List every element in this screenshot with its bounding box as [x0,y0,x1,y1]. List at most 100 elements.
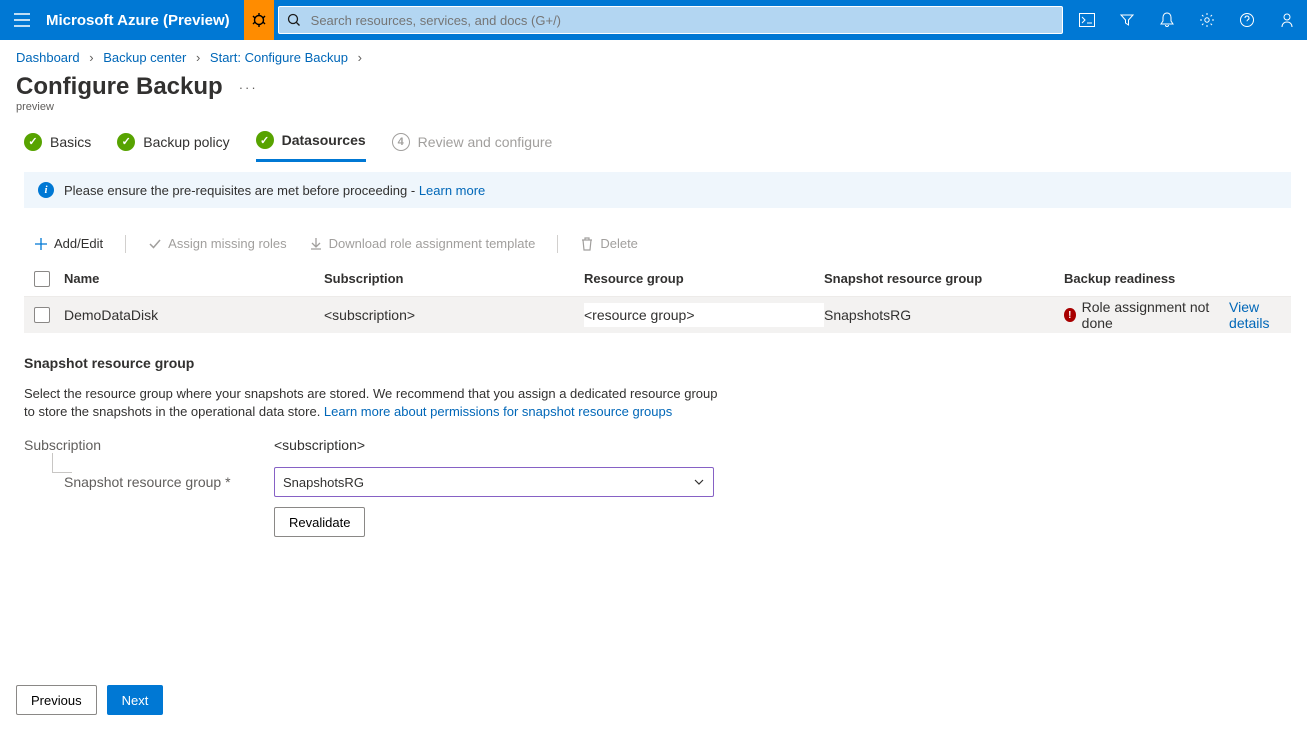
revalidate-row: Revalidate [24,507,1291,537]
add-edit-label: Add/Edit [54,236,103,251]
azure-top-bar: Microsoft Azure (Preview) [0,0,1307,40]
permissions-learn-more-link[interactable]: Learn more about permissions for snapsho… [324,404,672,419]
step-review: 4 Review and configure [392,133,553,161]
row-checkbox[interactable] [34,307,50,323]
step-number-icon: 4 [392,133,410,151]
table-row[interactable]: DemoDataDisk <subscription> <resource gr… [24,297,1291,333]
view-details-link[interactable]: View details [1229,299,1291,331]
step-basics[interactable]: ✓ Basics [24,133,91,161]
snapshot-rg-label: Snapshot resource group * [24,474,274,490]
help-icon [1239,12,1255,28]
assign-roles-button: Assign missing roles [142,232,293,255]
info-banner: i Please ensure the pre-requisites are m… [24,172,1291,208]
brand-label: Microsoft Azure (Preview) [44,12,244,29]
page-more-menu[interactable]: ··· [239,80,258,95]
settings-button[interactable] [1187,0,1227,40]
download-template-button: Download role assignment template [303,232,542,255]
cell-readiness: ! Role assignment not done View details [1064,299,1291,331]
hamburger-menu[interactable] [0,0,44,40]
snapshot-rg-row: Snapshot resource group * SnapshotsRG [24,467,1291,497]
step-backup-policy[interactable]: ✓ Backup policy [117,133,229,161]
add-edit-button[interactable]: Add/Edit [28,232,109,255]
search-icon [287,13,301,27]
page-header: Configure Backup ··· [0,69,1307,101]
check-icon: ✓ [24,133,42,151]
revalidate-button[interactable]: Revalidate [274,507,365,537]
tree-connector-icon [52,453,72,473]
col-subscription: Subscription [324,271,584,286]
gear-icon [1199,12,1215,28]
wizard-steps: ✓ Basics ✓ Backup policy ✓ Datasources 4… [0,131,1307,172]
preview-bug-icon[interactable] [244,0,274,40]
check-icon [148,237,162,251]
subscription-row: Subscription <subscription> [24,437,1291,453]
banner-learn-more-link[interactable]: Learn more [419,183,485,198]
section-heading: Snapshot resource group [24,355,1291,371]
chevron-right-icon: › [89,50,93,65]
bug-icon [251,12,267,28]
step-label: Basics [50,134,91,150]
col-resource-group: Resource group [584,271,824,286]
snapshot-rg-select[interactable]: SnapshotsRG [274,467,714,497]
help-button[interactable] [1227,0,1267,40]
toolbar-separator [125,235,126,253]
chevron-right-icon: › [196,50,200,65]
cell-resource-group: <resource group> [584,303,824,327]
filter-icon [1119,12,1135,28]
download-icon [309,237,323,251]
cloud-shell-icon [1079,13,1095,27]
next-button[interactable]: Next [107,685,164,715]
banner-text: Please ensure the pre-requisites are met… [64,183,485,198]
step-label: Backup policy [143,134,229,150]
step-label: Datasources [282,132,366,148]
assign-roles-label: Assign missing roles [168,236,287,251]
datasource-toolbar: Add/Edit Assign missing roles Download r… [0,226,1307,261]
subscription-value: <subscription> [274,437,365,453]
snapshot-rg-section: Snapshot resource group Select the resou… [0,333,1307,537]
col-snapshot-rg: Snapshot resource group [824,271,1064,286]
datasource-table: Name Subscription Resource group Snapsho… [24,261,1291,333]
download-template-label: Download role assignment template [329,236,536,251]
crumb-backup-center[interactable]: Backup center [103,50,186,65]
breadcrumb: Dashboard › Backup center › Start: Confi… [0,40,1307,69]
table-header-row: Name Subscription Resource group Snapsho… [24,261,1291,297]
delete-label: Delete [600,236,638,251]
banner-message: Please ensure the pre-requisites are met… [64,183,419,198]
person-feedback-icon [1279,12,1295,28]
info-icon: i [38,182,54,198]
hamburger-icon [14,13,30,27]
col-name: Name [64,271,324,286]
step-label: Review and configure [418,134,553,150]
search-container [274,0,1067,40]
chevron-down-icon [693,476,705,488]
page-subtitle: preview [0,101,1307,131]
crumb-dashboard[interactable]: Dashboard [16,50,80,65]
check-icon: ✓ [256,131,274,149]
readiness-text: Role assignment not done [1082,299,1217,331]
toolbar-separator [557,235,558,253]
wizard-footer: Previous Next [0,677,179,723]
crumb-configure-backup[interactable]: Start: Configure Backup [210,50,348,65]
notifications-button[interactable] [1147,0,1187,40]
global-search[interactable] [278,6,1063,34]
select-all-checkbox[interactable] [34,271,50,287]
trash-icon [580,237,594,251]
previous-button[interactable]: Previous [16,685,97,715]
step-datasources[interactable]: ✓ Datasources [256,131,366,162]
delete-button: Delete [574,232,644,255]
directory-filter-button[interactable] [1107,0,1147,40]
chevron-right-icon: › [358,50,362,65]
cell-subscription: <subscription> [324,307,584,323]
error-icon: ! [1064,308,1076,322]
cloud-shell-button[interactable] [1067,0,1107,40]
page-title: Configure Backup [16,73,223,101]
bell-icon [1160,12,1174,28]
section-description: Select the resource group where your sna… [24,385,724,421]
feedback-button[interactable] [1267,0,1307,40]
plus-icon [34,237,48,251]
select-value: SnapshotsRG [283,475,364,490]
col-readiness: Backup readiness [1064,271,1291,286]
check-icon: ✓ [117,133,135,151]
search-input[interactable] [309,12,1062,29]
cell-name: DemoDataDisk [64,307,324,323]
